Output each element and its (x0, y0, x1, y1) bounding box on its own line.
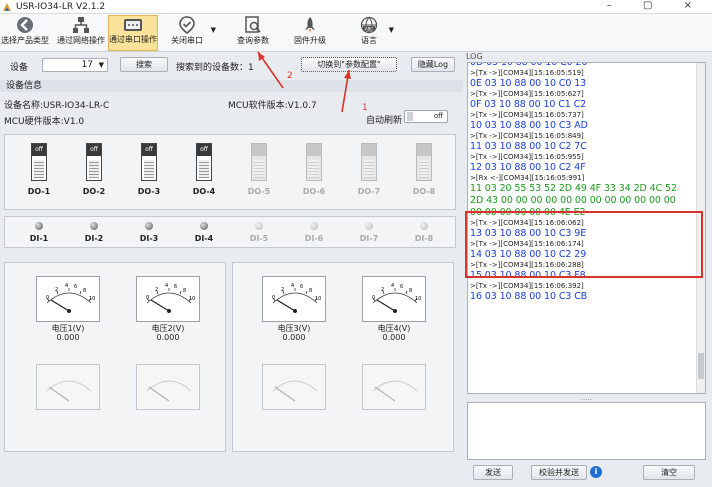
annotation-2: 2 (287, 71, 293, 81)
app-window: USR-IO34-LR V2.1.2 – ▢ × 选择产品类型 通过网络操作 通… (0, 0, 712, 487)
annotation-arrows (257, 51, 351, 113)
annotation-1: 1 (362, 103, 368, 113)
